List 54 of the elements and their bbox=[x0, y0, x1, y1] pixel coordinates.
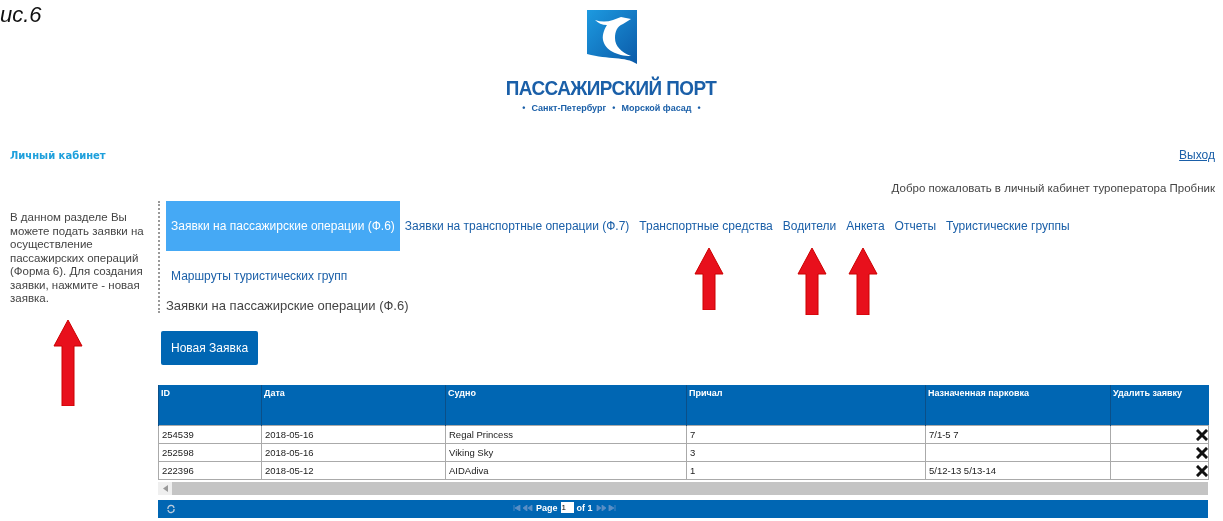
table-cell: 1 bbox=[690, 465, 696, 476]
column-header: ID bbox=[158, 385, 262, 426]
new-request-button[interactable]: Новая Заявка bbox=[161, 331, 259, 365]
column-header: Удалить заявку bbox=[1110, 385, 1209, 426]
section-title: Личный кабинет bbox=[10, 149, 106, 161]
table-cell: 252598 bbox=[162, 447, 194, 458]
nav-tab[interactable]: Туристические группы bbox=[941, 213, 1075, 239]
table-cell: Regal Princess bbox=[449, 429, 513, 440]
up-arrow-icon bbox=[53, 320, 83, 406]
brand-title: ПАССАЖИРСКИЙ ПОРТ bbox=[506, 76, 717, 100]
bullet: • bbox=[612, 103, 616, 113]
nav-tab[interactable]: Маршруты туристических групп bbox=[166, 263, 353, 289]
column-header: Дата bbox=[261, 385, 446, 426]
table-cell: 5/12-13 5/13-14 bbox=[929, 465, 997, 476]
table-cell: 7 bbox=[690, 429, 696, 440]
table-cell: 254539 bbox=[162, 429, 194, 440]
port-logo-icon bbox=[586, 10, 637, 64]
table-cell: 222396 bbox=[162, 465, 194, 476]
delete-icon[interactable] bbox=[1196, 464, 1208, 477]
page-number-field[interactable]: 1 bbox=[560, 502, 574, 513]
delete-icon[interactable] bbox=[1196, 428, 1208, 441]
table-cell: 2018-05-12 bbox=[265, 465, 314, 476]
sidebar-text: В данном разделе Вы можете подать заявки на осуществление пассажирских операций (Форма 6). Для создания заявки, нажмите - новая заявка. bbox=[9, 210, 145, 306]
page-heading: Заявки на пассажирские операции (Ф.6) bbox=[166, 297, 410, 313]
up-arrow-icon bbox=[694, 248, 724, 310]
bullet: • bbox=[697, 103, 701, 113]
bullet: • bbox=[522, 103, 526, 113]
page-count: of 1 bbox=[576, 502, 593, 513]
page-label: Page bbox=[536, 502, 558, 513]
up-arrow-icon bbox=[797, 248, 827, 315]
column-header: Назначенная парковка bbox=[925, 385, 1111, 426]
welcome-text: Добро пожаловать в личный кабинет туроператора Пробник bbox=[891, 182, 1215, 194]
delete-icon[interactable] bbox=[1196, 446, 1208, 459]
nav-tab[interactable]: Анкета bbox=[841, 213, 890, 239]
column-header: Судно bbox=[445, 385, 687, 426]
nav-tab[interactable]: Водители bbox=[777, 213, 842, 239]
table-cell: 2018-05-16 bbox=[265, 447, 314, 458]
up-arrow-icon bbox=[848, 248, 878, 315]
table-cell: Viking Sky bbox=[449, 447, 494, 458]
table-cell: 2018-05-16 bbox=[265, 429, 314, 440]
brand-subtitle: Санкт-Петербург bbox=[531, 103, 607, 113]
scroll-left-icon[interactable] bbox=[162, 485, 168, 492]
refresh-icon[interactable] bbox=[166, 504, 176, 514]
figure-caption: ис.6 bbox=[0, 2, 42, 28]
logout-link[interactable]: Выход bbox=[1179, 148, 1215, 162]
brand-subtitle: Морской фасад bbox=[621, 103, 692, 113]
nav-tab[interactable]: Отчеты bbox=[889, 213, 942, 239]
table-cell: 7/1-5 7 bbox=[929, 429, 959, 440]
nav-tab[interactable]: Заявки на транспортные операции (Ф.7) bbox=[399, 213, 635, 239]
table-cell: 3 bbox=[690, 447, 696, 458]
table-cell: AIDAdiva bbox=[449, 465, 489, 476]
column-header: Причал bbox=[686, 385, 926, 426]
nav-tab[interactable]: Транспортные средства bbox=[634, 213, 778, 239]
horizontal-scrollbar[interactable] bbox=[158, 482, 1208, 495]
